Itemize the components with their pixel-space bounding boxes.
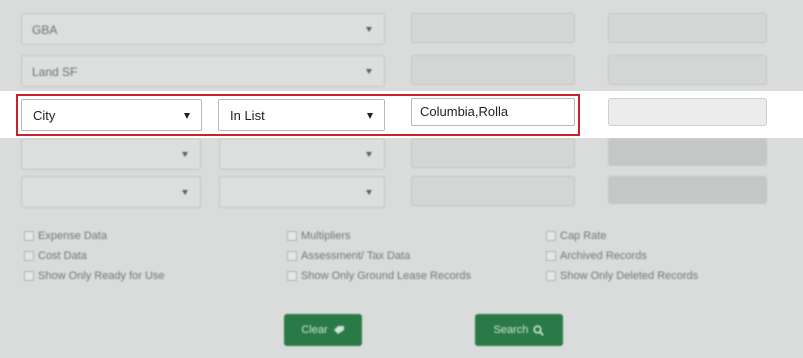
value-input-land-max[interactable] <box>608 55 767 85</box>
chevron-down-icon <box>366 152 372 157</box>
option-cost-data[interactable]: Cost Data <box>24 250 87 262</box>
field-select-label: GBA <box>32 23 58 37</box>
field-select-empty-2[interactable] <box>21 176 201 208</box>
option-label: Expense Data <box>38 230 108 242</box>
eraser-icon <box>333 326 344 334</box>
option-archived-records[interactable]: Archived Records <box>546 250 647 262</box>
operator-select-in-list[interactable]: In List <box>218 99 385 131</box>
operator-select-empty-2[interactable] <box>219 176 385 208</box>
option-cap-rate[interactable]: Cap Rate <box>546 230 606 242</box>
checkbox[interactable] <box>287 271 297 281</box>
value-input-city[interactable]: Columbia,Rolla <box>411 98 575 126</box>
filter-panel: GBA Land SF Expense Data Cost Data Show … <box>0 0 803 358</box>
option-label: Archived Records <box>560 250 647 262</box>
checkbox[interactable] <box>287 231 297 241</box>
field-select-label: City <box>33 108 56 123</box>
value-input-empty-1[interactable] <box>411 138 575 168</box>
chevron-down-icon <box>366 27 372 32</box>
option-ready-for-use[interactable]: Show Only Ready for Use <box>24 270 165 282</box>
value-input-empty-1b[interactable] <box>608 138 767 166</box>
option-label: Assessment/ Tax Data <box>301 250 411 262</box>
option-label: Multipliers <box>301 230 351 242</box>
option-label: Show Only Ready for Use <box>38 270 165 282</box>
value-input-city-secondary[interactable] <box>608 98 767 126</box>
operator-select-label: In List <box>230 108 265 123</box>
field-select-empty-1[interactable] <box>21 138 201 170</box>
chevron-down-icon <box>367 113 373 119</box>
search-button-label: Search <box>493 324 529 336</box>
chevron-down-icon <box>182 152 188 157</box>
option-label: Show Only Ground Lease Records <box>301 270 471 282</box>
checkbox[interactable] <box>546 231 556 241</box>
option-deleted-records[interactable]: Show Only Deleted Records <box>546 270 698 282</box>
chevron-down-icon <box>366 69 372 74</box>
checkbox[interactable] <box>546 251 556 261</box>
value-input-land-min[interactable] <box>411 55 575 85</box>
option-label: Cost Data <box>38 250 87 262</box>
value-input-text: Columbia,Rolla <box>420 104 509 119</box>
clear-button-label: Clear <box>301 324 328 336</box>
checkbox[interactable] <box>546 271 556 281</box>
operator-select-empty-1[interactable] <box>219 138 385 170</box>
option-expense-data[interactable]: Expense Data <box>24 230 107 242</box>
checkbox[interactable] <box>24 251 34 261</box>
value-input-empty-2b[interactable] <box>608 176 767 204</box>
field-select-city[interactable]: City <box>21 99 202 131</box>
field-select-land-sf[interactable]: Land SF <box>21 55 385 87</box>
value-input-gba-max[interactable] <box>608 13 767 43</box>
search-button[interactable]: Search <box>475 314 563 346</box>
checkbox[interactable] <box>24 271 34 281</box>
search-icon <box>533 324 545 336</box>
chevron-down-icon <box>182 190 188 195</box>
checkbox[interactable] <box>287 251 297 261</box>
chevron-down-icon <box>366 190 372 195</box>
option-label: Cap Rate <box>560 230 607 242</box>
checkbox[interactable] <box>24 231 34 241</box>
chevron-down-icon <box>184 113 190 119</box>
option-label: Show Only Deleted Records <box>560 270 699 282</box>
clear-button[interactable]: Clear <box>284 314 362 346</box>
option-ground-lease[interactable]: Show Only Ground Lease Records <box>287 270 471 282</box>
field-select-gba[interactable]: GBA <box>21 13 385 45</box>
option-multipliers[interactable]: Multipliers <box>287 230 351 242</box>
field-select-label: Land SF <box>32 65 78 79</box>
option-assessment-tax[interactable]: Assessment/ Tax Data <box>287 250 410 262</box>
value-input-gba-min[interactable] <box>411 13 575 43</box>
value-input-empty-2[interactable] <box>411 176 575 206</box>
